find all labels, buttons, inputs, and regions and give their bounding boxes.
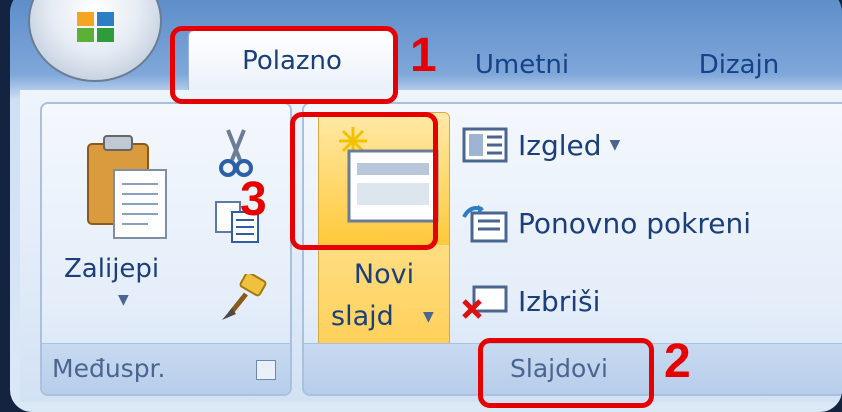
tab-dizajn[interactable]: Dizajn	[674, 42, 804, 88]
paste-icon	[87, 135, 167, 239]
layout-label: Izgled	[518, 128, 602, 162]
clipboard-group-footer: Međuspr.	[42, 343, 290, 394]
delete-button[interactable]: Izbriši	[460, 276, 600, 326]
delete-label: Izbriši	[518, 284, 601, 318]
clipboard-group: Zalijepi ▼ Međuspr.	[40, 102, 292, 396]
annotation-number-1: 1	[410, 29, 437, 82]
reset-label: Ponovno pokreni	[518, 206, 752, 240]
new-slide-label-line1: Novi	[353, 259, 415, 290]
delete-slide-icon	[462, 285, 508, 319]
reset-button[interactable]: Ponovno pokreni	[460, 198, 751, 248]
chevron-down-icon: ▼	[609, 137, 621, 153]
layout-icon	[462, 127, 508, 163]
annotation-number-3: 3	[240, 173, 267, 226]
new-slide-label-line2: slajd	[331, 301, 394, 332]
chevron-down-icon: ▼	[423, 309, 434, 325]
layout-button[interactable]: Izgled ▼	[460, 120, 620, 170]
chevron-down-icon: ▼	[118, 292, 129, 308]
reset-icon	[462, 205, 508, 243]
annotation-number-2: 2	[664, 335, 691, 388]
tab-umetni[interactable]: Umetni	[462, 42, 582, 88]
format-painter-icon[interactable]	[218, 274, 270, 324]
annotation-box-3	[290, 112, 438, 250]
paste-label: Zalijepi	[64, 254, 160, 284]
annotation-box-1	[170, 26, 398, 104]
scissors-icon[interactable]	[214, 128, 258, 178]
annotation-box-2	[478, 338, 654, 408]
dialog-launcher-icon[interactable]	[256, 360, 276, 380]
clipboard-group-label: Međuspr.	[52, 354, 166, 383]
